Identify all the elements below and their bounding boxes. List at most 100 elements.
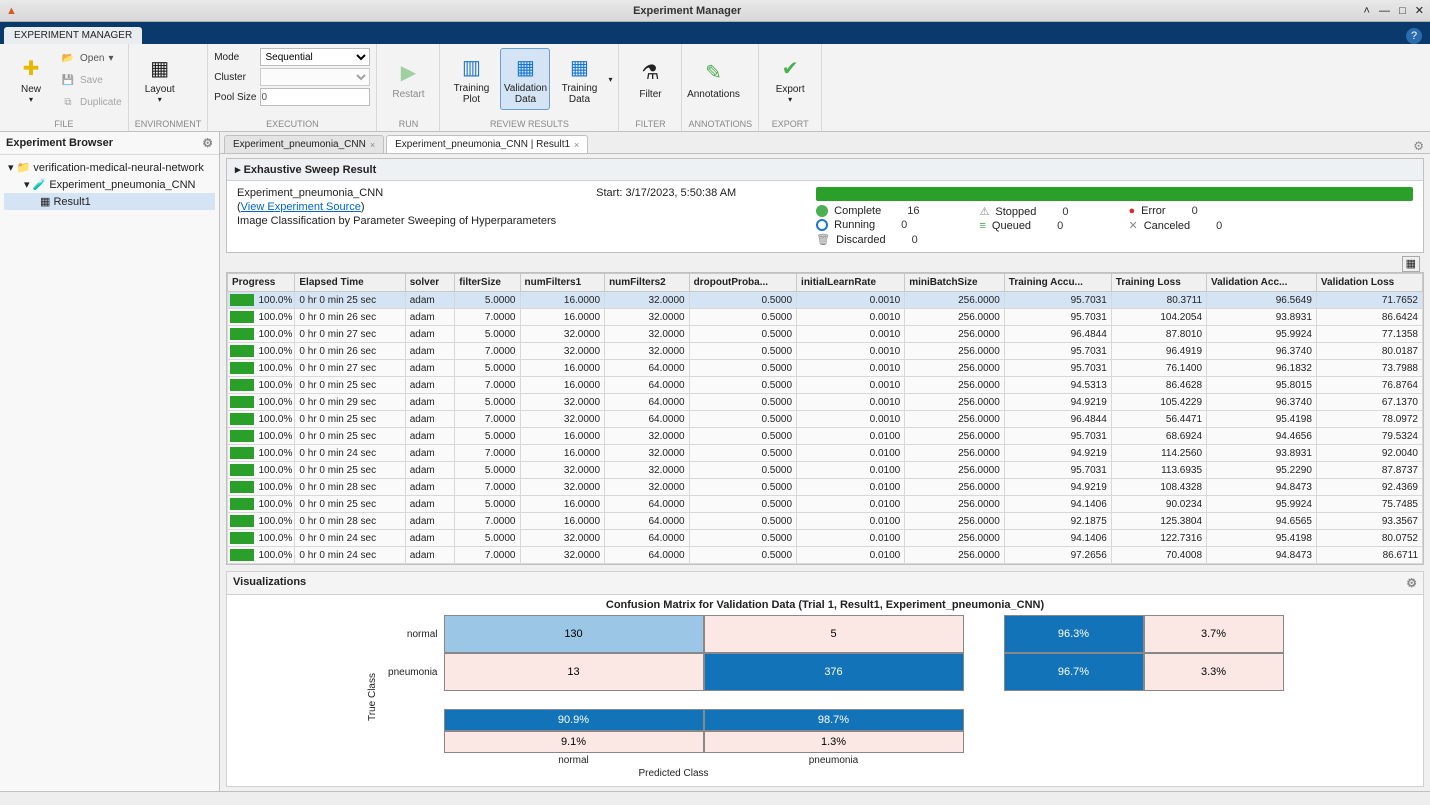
pool-input[interactable] — [260, 88, 370, 106]
layout-button[interactable]: ▦Layout▾ — [135, 48, 185, 110]
column-header[interactable]: Validation Loss — [1316, 274, 1422, 292]
funnel-icon: ⚗ — [636, 59, 664, 87]
pool-label: Pool Size — [214, 92, 256, 103]
table-row[interactable]: 100.0%0 hr 0 min 26 secadam7.000016.0000… — [228, 309, 1423, 326]
table-row[interactable]: 100.0%0 hr 0 min 24 secadam7.000032.0000… — [228, 547, 1423, 564]
open-button[interactable]: 📂Open ▾ — [60, 48, 122, 68]
window-titlebar: ▲ Experiment Manager ˄ — □ ✕ — [0, 0, 1430, 22]
close-icon[interactable]: × — [574, 140, 579, 150]
column-header[interactable]: Elapsed Time — [295, 274, 405, 292]
view-source-link[interactable]: View Experiment Source — [241, 201, 361, 213]
table-row[interactable]: 100.0%0 hr 0 min 24 secadam7.000016.0000… — [228, 445, 1423, 462]
tab-experiment-manager[interactable]: EXPERIMENT MANAGER — [4, 27, 142, 44]
row-pct-cell: 96.3% — [1004, 615, 1144, 653]
column-header[interactable]: Training Accu... — [1004, 274, 1111, 292]
column-header[interactable]: Progress — [228, 274, 295, 292]
play-icon: ▶ — [394, 59, 422, 87]
table-row[interactable]: 100.0%0 hr 0 min 25 secadam7.000032.0000… — [228, 411, 1423, 428]
column-header[interactable]: solver — [405, 274, 455, 292]
help-icon[interactable]: ? — [1406, 28, 1422, 44]
table-row[interactable]: 100.0%0 hr 0 min 27 secadam5.000032.0000… — [228, 326, 1423, 343]
cm-cell: 5 — [704, 615, 964, 653]
row-pct-cell: 3.7% — [1144, 615, 1284, 653]
table-row[interactable]: 100.0%0 hr 0 min 24 secadam5.000032.0000… — [228, 530, 1423, 547]
col-pct-cell: 98.7% — [704, 709, 964, 731]
complete-icon — [816, 205, 828, 217]
duplicate-icon: ⧉ — [60, 97, 76, 108]
plot-icon: ▥ — [457, 53, 485, 81]
row-pct-cell: 3.3% — [1144, 653, 1284, 691]
column-header[interactable]: miniBatchSize — [905, 274, 1005, 292]
training-data-button[interactable]: ▦Training Data — [554, 48, 604, 110]
table-row[interactable]: 100.0%0 hr 0 min 25 secadam5.000032.0000… — [228, 462, 1423, 479]
close-icon[interactable]: ✕ — [1415, 5, 1424, 17]
experiment-desc: Image Classification by Parameter Sweepi… — [237, 215, 556, 227]
error-icon: ● — [1128, 205, 1135, 217]
table-row[interactable]: 100.0%0 hr 0 min 25 secadam5.000016.0000… — [228, 496, 1423, 513]
cm-cell: 130 — [444, 615, 704, 653]
export-button[interactable]: ✔Export▾ — [765, 48, 815, 110]
experiment-name: Experiment_pneumonia_CNN — [237, 187, 556, 199]
column-header[interactable]: numFilters2 — [605, 274, 690, 292]
queued-icon: ≡ — [979, 220, 985, 232]
visualization-panel: Confusion Matrix for Validation Data (Tr… — [226, 594, 1424, 787]
maximize-icon[interactable]: □ — [1399, 5, 1406, 17]
row-header-normal: normal — [384, 615, 444, 653]
restart-button[interactable]: ▶Restart — [383, 48, 433, 110]
matlab-icon: ▲ — [6, 5, 17, 17]
table-row[interactable]: 100.0%0 hr 0 min 26 secadam7.000032.0000… — [228, 343, 1423, 360]
column-header[interactable]: initialLearnRate — [797, 274, 905, 292]
table-row[interactable]: 100.0%0 hr 0 min 25 secadam5.000016.0000… — [228, 428, 1423, 445]
new-button[interactable]: ✚New▾ — [6, 48, 56, 110]
mode-select[interactable]: Sequential — [260, 48, 370, 66]
cluster-select[interactable] — [260, 68, 370, 86]
layout-icon: ▦ — [146, 54, 174, 82]
canceled-icon: ✕ — [1128, 219, 1137, 232]
table-row[interactable]: 100.0%0 hr 0 min 27 secadam5.000016.0000… — [228, 360, 1423, 377]
column-header[interactable]: numFilters1 — [520, 274, 605, 292]
results-table: ProgressElapsed TimesolverfilterSizenumF… — [227, 273, 1423, 564]
row-header-pneumonia: pneumonia — [384, 653, 444, 691]
tree-experiment[interactable]: ▾ 🧪 Experiment_pneumonia_CNN — [4, 176, 215, 193]
table-row[interactable]: 100.0%0 hr 0 min 28 secadam7.000032.0000… — [228, 479, 1423, 496]
running-icon — [816, 219, 828, 231]
overall-progress-bar — [816, 187, 1413, 201]
col-pct-cell: 9.1% — [444, 731, 704, 753]
column-header[interactable]: Training Loss — [1111, 274, 1206, 292]
validation-data-button[interactable]: ▦Validation Data — [500, 48, 550, 110]
tree-result[interactable]: ▦ Result1 — [4, 193, 215, 210]
grid2-icon: ▦ — [565, 53, 593, 81]
document-tabs: Experiment_pneumonia_CNN× Experiment_pne… — [220, 132, 1430, 154]
doctab-experiment[interactable]: Experiment_pneumonia_CNN× — [224, 135, 384, 153]
y-axis-label: True Class — [367, 673, 378, 721]
experiment-browser-panel: Experiment Browser⚙ ▾ 📁 verification-med… — [0, 132, 220, 791]
table-row[interactable]: 100.0%0 hr 0 min 25 secadam5.000016.0000… — [228, 292, 1423, 309]
gear-icon[interactable]: ⚙ — [1413, 139, 1424, 153]
results-table-wrap[interactable]: ProgressElapsed TimesolverfilterSizenumF… — [226, 272, 1424, 565]
training-plot-button[interactable]: ▥Training Plot — [446, 48, 496, 110]
minimize-icon[interactable]: — — [1379, 5, 1390, 17]
mode-label: Mode — [214, 52, 256, 63]
filter-button[interactable]: ⚗Filter — [625, 48, 675, 110]
table-row[interactable]: 100.0%0 hr 0 min 25 secadam7.000016.0000… — [228, 377, 1423, 394]
table-row[interactable]: 100.0%0 hr 0 min 29 secadam5.000032.0000… — [228, 394, 1423, 411]
column-header[interactable]: Validation Acc... — [1207, 274, 1317, 292]
duplicate-button[interactable]: ⧉Duplicate — [60, 92, 122, 112]
column-header[interactable]: filterSize — [455, 274, 520, 292]
table-row[interactable]: 100.0%0 hr 0 min 28 secadam7.000016.0000… — [228, 513, 1423, 530]
cm-cell: 376 — [704, 653, 964, 691]
row-pct-cell: 96.7% — [1004, 653, 1144, 691]
table-view-icon[interactable]: ▦ — [1402, 256, 1420, 272]
gear-icon[interactable]: ⚙ — [1406, 576, 1417, 590]
save-button[interactable]: 💾Save — [60, 70, 122, 90]
doctab-result[interactable]: Experiment_pneumonia_CNN | Result1× — [386, 135, 588, 153]
column-header[interactable]: dropoutProba... — [689, 274, 796, 292]
status-bar — [0, 791, 1430, 805]
stopped-icon: ⚠ — [979, 205, 989, 218]
close-icon[interactable]: × — [370, 140, 375, 150]
tree-project[interactable]: ▾ 📁 verification-medical-neural-network — [4, 159, 215, 176]
plus-icon: ✚ — [17, 54, 45, 82]
annotations-button[interactable]: ✎Annotations — [688, 48, 738, 110]
collapse-icon[interactable]: ˄ — [1364, 5, 1370, 17]
gear-icon[interactable]: ⚙ — [202, 136, 213, 150]
